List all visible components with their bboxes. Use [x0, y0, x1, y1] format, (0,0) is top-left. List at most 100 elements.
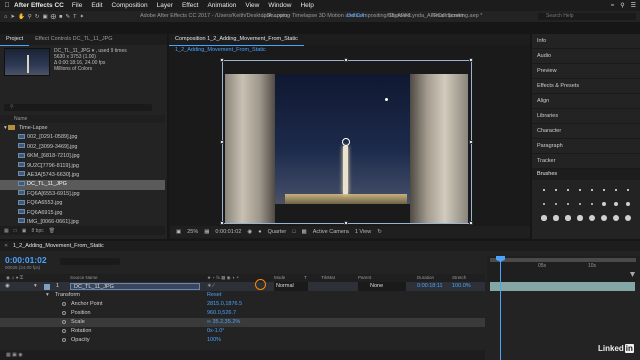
- zoom-tool-icon[interactable]: ⚲: [28, 14, 32, 20]
- comp-timecode[interactable]: 0:00:01:02: [215, 229, 241, 235]
- brush-preset[interactable]: [598, 186, 610, 194]
- col-trkmat[interactable]: TrkMat: [321, 274, 335, 282]
- col-duration[interactable]: Duration: [417, 274, 434, 282]
- property-row-position[interactable]: Position 960.0,526.7: [0, 309, 485, 318]
- anchor-point-icon[interactable]: [342, 138, 350, 146]
- layer-name[interactable]: DC_TL_11_JPG: [70, 283, 200, 290]
- transform-handle-r[interactable]: [469, 140, 473, 144]
- view-layout-select[interactable]: 1 View: [355, 229, 371, 235]
- transform-handle-bl[interactable]: [220, 221, 224, 225]
- layer-label-color[interactable]: [44, 283, 50, 290]
- rotate-tool-icon[interactable]: ↻: [35, 14, 40, 20]
- transform-group[interactable]: ▾ Transform Reset: [0, 291, 485, 300]
- panel-info[interactable]: Info: [532, 34, 640, 49]
- stopwatch-icon[interactable]: [62, 329, 66, 333]
- stopwatch-icon[interactable]: [62, 311, 66, 315]
- disclosure-triangle-icon[interactable]: ▾: [4, 125, 7, 131]
- comp-breadcrumb[interactable]: 1_2_Adding_Movement_From_Static: [169, 45, 530, 56]
- menu-animation[interactable]: Animation: [207, 2, 236, 9]
- panel-audio[interactable]: Audio: [532, 49, 640, 64]
- timeline-search-field[interactable]: [60, 258, 120, 265]
- tab-project[interactable]: Project: [0, 34, 30, 46]
- panel-libraries[interactable]: Libraries: [532, 109, 640, 124]
- layer-switches[interactable]: ∗ ∕: [207, 282, 214, 291]
- footer-toggle-icons[interactable]: ▦ ▣ ◉: [6, 350, 23, 360]
- wifi-icon[interactable]: ≈: [611, 3, 614, 9]
- transform-handle-l[interactable]: [220, 140, 224, 144]
- timeline-timecode[interactable]: 0:00:01:02: [5, 255, 47, 265]
- panel-align[interactable]: Align: [532, 94, 640, 109]
- camera-select[interactable]: Active Camera: [313, 229, 349, 235]
- brush-preset[interactable]: [622, 186, 634, 194]
- workspace-small-screen[interactable]: Small Screen: [432, 11, 465, 22]
- transform-handle-br[interactable]: [469, 221, 473, 225]
- stopwatch-icon[interactable]: [62, 338, 66, 342]
- menu-composition[interactable]: Composition: [112, 2, 148, 9]
- menu-list-icon[interactable]: ☰: [631, 2, 636, 9]
- layer-stretch[interactable]: 100.0%: [452, 282, 471, 291]
- brush-preset[interactable]: [538, 200, 550, 208]
- app-menu[interactable]: After Effects CC: [14, 2, 64, 9]
- tab-timeline[interactable]: 1_2_Adding_Movement_From_Static: [13, 241, 104, 251]
- region-of-interest-icon[interactable]: □: [292, 229, 295, 235]
- panel-character[interactable]: Character: [532, 124, 640, 139]
- home-tool-icon[interactable]: ⌂: [4, 14, 7, 20]
- tree-item[interactable]: FQ6A[6553-6915].jpg: [0, 190, 165, 199]
- property-row-rotation[interactable]: Rotation 0x-1.0°: [0, 327, 485, 336]
- brush-preset[interactable]: [550, 186, 562, 194]
- brush-preset[interactable]: [598, 200, 610, 208]
- brush-preset[interactable]: [610, 214, 622, 222]
- tree-item[interactable]: 002_[3099-3469].jpg: [0, 143, 165, 152]
- layer-mode-select[interactable]: Normal: [274, 282, 308, 291]
- color-channel-icon[interactable]: ●: [258, 229, 261, 235]
- brush-preset[interactable]: [562, 214, 574, 222]
- tree-item[interactable]: 9U2C[7796-8119].jpg: [0, 162, 165, 171]
- menu-view[interactable]: View: [245, 2, 259, 9]
- camera-tool-icon[interactable]: ▣: [42, 14, 47, 20]
- visibility-eye-icon[interactable]: ◉: [5, 282, 10, 291]
- snapshot-icon[interactable]: ◉: [247, 229, 252, 235]
- property-value[interactable]: 2815.0,1876.5: [207, 300, 242, 309]
- property-value[interactable]: ∞ 35.2,35.2%: [207, 318, 240, 327]
- snapping-toggle[interactable]: □ Snapping: [262, 11, 290, 22]
- brush-preset[interactable]: [586, 186, 598, 194]
- zoom-select[interactable]: 25%: [187, 229, 198, 235]
- col-parent[interactable]: Parent: [358, 274, 371, 282]
- brush-preset[interactable]: [586, 214, 598, 222]
- menu-effect[interactable]: Effect: [182, 2, 199, 9]
- transform-reset-link[interactable]: Reset: [207, 291, 221, 300]
- menu-window[interactable]: Window: [268, 2, 291, 9]
- transparency-grid-icon[interactable]: ▩: [302, 229, 307, 235]
- brush-preset[interactable]: [538, 186, 550, 194]
- brush-preset[interactable]: [574, 200, 586, 208]
- panel-tracker[interactable]: Tracker: [532, 154, 640, 169]
- layer-row[interactable]: ◉ ▾ 1 DC_TL_11_JPG ∗ ∕ Normal None 0:00:…: [0, 282, 485, 291]
- bpc-toggle[interactable]: 8 bpc: [32, 228, 44, 234]
- panel-paragraph[interactable]: Paragraph: [532, 139, 640, 154]
- brush-preset[interactable]: [550, 214, 562, 222]
- brush-preset[interactable]: [550, 200, 562, 208]
- layer-duration[interactable]: 0:00:18:11: [417, 282, 443, 291]
- project-search-field[interactable]: ⚲: [4, 104, 152, 111]
- column-name-label[interactable]: Name: [14, 116, 27, 122]
- spotlight-icon[interactable]: ⚲: [620, 2, 624, 9]
- workspace-default[interactable]: Default: [347, 11, 364, 22]
- menu-layer[interactable]: Layer: [157, 2, 173, 9]
- tree-item-selected[interactable]: DC_TL_11_JPG: [0, 180, 165, 190]
- layer-duration-bar[interactable]: [490, 282, 635, 291]
- tab-effect-controls[interactable]: Effect Controls DC_TL_11_JPG: [29, 34, 118, 45]
- search-help-field[interactable]: Search Help: [538, 13, 636, 20]
- tree-folder-time-lapse[interactable]: ▾ Time-Lapse: [0, 124, 165, 133]
- workspace-standard[interactable]: Standard: [388, 11, 410, 22]
- col-source-name[interactable]: Source Name: [70, 274, 98, 282]
- hand-tool-icon[interactable]: ✋: [18, 14, 25, 20]
- brush-tool-icon[interactable]: ✦: [79, 14, 84, 20]
- property-value[interactable]: 960.0,526.7: [207, 309, 236, 318]
- layer-parent-select[interactable]: None: [358, 282, 406, 291]
- reset-exposure-icon[interactable]: ↻: [377, 229, 382, 235]
- brush-preset[interactable]: [562, 186, 574, 194]
- new-comp-icon[interactable]: ▣: [22, 228, 27, 234]
- interpret-footage-icon[interactable]: ▦: [4, 228, 9, 234]
- close-tab-icon[interactable]: ✕: [4, 241, 8, 251]
- menu-help[interactable]: Help: [300, 2, 313, 9]
